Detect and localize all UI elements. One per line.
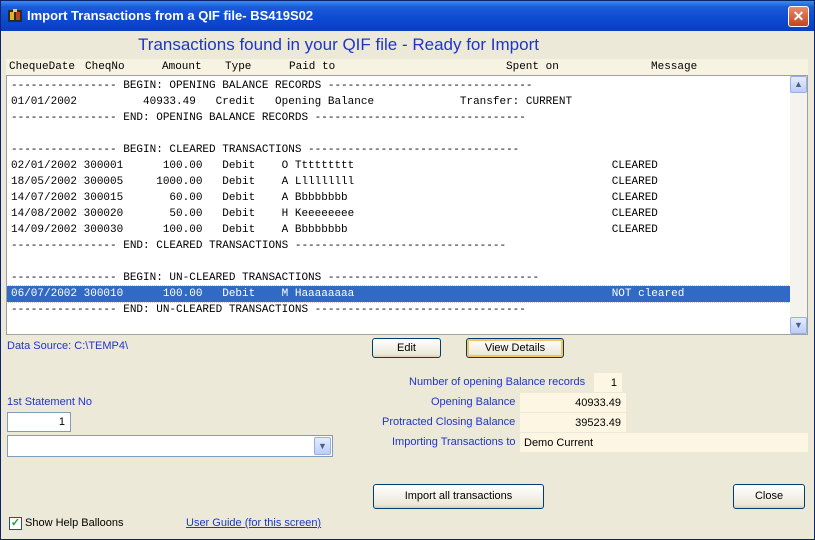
close-window-button[interactable]: ✕ xyxy=(788,6,809,27)
import-all-button[interactable]: Import all transactions xyxy=(373,484,544,509)
list-item[interactable]: ---------------- BEGIN: UN-CLEARED TRANS… xyxy=(7,270,792,286)
col-spent-on: Spent on xyxy=(506,61,559,73)
list-item[interactable]: 14/07/2002 300015 60.00 Debit A Bbbbbbbb… xyxy=(7,190,792,206)
page-heading: Transactions found in your QIF file - Re… xyxy=(138,35,539,54)
list-item[interactable]: ---------------- END: OPENING BALANCE RE… xyxy=(7,110,792,126)
col-cheque-date: ChequeDate xyxy=(9,61,76,73)
list-item[interactable]: ---------------- END: UN-CLEARED TRANSAC… xyxy=(7,302,792,318)
list-item[interactable]: ---------------- BEGIN: OPENING BALANCE … xyxy=(7,78,792,94)
opening-balance-label: Opening Balance xyxy=(431,396,516,408)
transaction-lines: ---------------- BEGIN: OPENING BALANCE … xyxy=(7,78,793,318)
scroll-down-icon[interactable]: ▼ xyxy=(790,317,807,334)
list-item[interactable]: ---------------- BEGIN: CLEARED TRANSACT… xyxy=(7,142,792,158)
col-paid-to: Paid to xyxy=(289,61,336,73)
statement-no-label: 1st Statement No xyxy=(7,396,92,408)
list-item[interactable]: 14/09/2002 300030 100.00 Debit A Bbbbbbb… xyxy=(7,222,792,238)
help-balloons-checkbox[interactable]: ✓ xyxy=(9,517,22,530)
edit-button[interactable]: Edit xyxy=(372,338,441,358)
opening-records-value: 1 xyxy=(594,373,622,392)
col-type: Type xyxy=(225,61,252,73)
col-message: Message xyxy=(651,61,698,73)
list-item[interactable] xyxy=(7,254,792,270)
col-amount: Amount xyxy=(162,61,202,73)
list-item[interactable]: 14/08/2002 300020 50.00 Debit H Keeeeeee… xyxy=(7,206,792,222)
opening-balance-value: 40933.49 xyxy=(520,393,626,412)
close-button[interactable]: Close xyxy=(733,484,805,509)
title-bar[interactable]: Import Transactions from a QIF file- BS4… xyxy=(1,1,814,31)
dialog-body: Transactions found in your QIF file - Re… xyxy=(1,31,814,539)
list-item[interactable]: ---------------- END: CLEARED TRANSACTIO… xyxy=(7,238,792,254)
check-icon: ✓ xyxy=(10,517,21,529)
importing-to-label: Importing Transactions to xyxy=(392,436,516,448)
column-header-row: ChequeDate CheqNo Amount Type Paid to Sp… xyxy=(6,59,808,75)
opening-records-label: Number of opening Balance records xyxy=(409,376,586,388)
list-item[interactable]: 02/01/2002 300001 100.00 Debit O Ttttttt… xyxy=(7,158,792,174)
scroll-up-icon[interactable]: ▲ xyxy=(790,76,807,93)
list-item[interactable]: 18/05/2002 300005 1000.00 Debit A Llllll… xyxy=(7,174,792,190)
list-item-selected[interactable]: 06/07/2002 300010 100.00 Debit M Haaaaaa… xyxy=(7,285,793,303)
view-details-button[interactable]: View Details xyxy=(466,338,564,358)
user-guide-link[interactable]: User Guide (for this screen) xyxy=(186,517,321,529)
import-qif-window: Import Transactions from a QIF file- BS4… xyxy=(0,0,815,540)
chevron-down-icon[interactable]: ▼ xyxy=(314,437,331,455)
vertical-scrollbar[interactable]: ▲ ▼ xyxy=(790,76,807,334)
col-cheq-no: CheqNo xyxy=(85,61,125,73)
app-icon xyxy=(8,9,22,22)
window-title: Import Transactions from a QIF file- BS4… xyxy=(27,8,314,23)
help-balloons-label[interactable]: Show Help Balloons xyxy=(25,517,123,529)
data-source-label: Data Source: C:\TEMP4\ xyxy=(7,340,129,352)
closing-balance-label: Protracted Closing Balance xyxy=(382,416,516,428)
closing-balance-value: 39523.49 xyxy=(520,413,626,432)
list-item[interactable] xyxy=(7,126,792,142)
statement-no-input[interactable]: 1 xyxy=(7,412,71,432)
account-combo[interactable]: ▼ xyxy=(7,435,333,457)
list-item[interactable]: 01/01/2002 40933.49 Credit Opening Balan… xyxy=(7,94,792,110)
close-icon: ✕ xyxy=(792,8,805,24)
importing-to-value: Demo Current xyxy=(520,433,808,452)
transactions-list[interactable]: ---------------- BEGIN: OPENING BALANCE … xyxy=(6,75,808,335)
